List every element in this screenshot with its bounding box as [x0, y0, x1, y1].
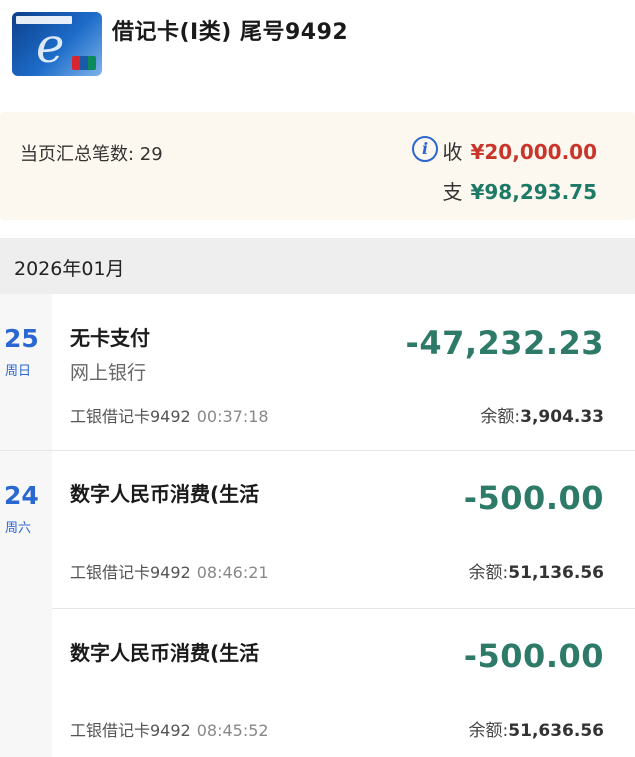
income-total: 收 ¥20,000.00: [442, 136, 597, 165]
page-summary: 当页汇总笔数: 29 i 收 ¥20,000.00 支 ¥98,293.75: [0, 112, 635, 220]
expense-total: 支 ¥98,293.75: [442, 176, 597, 205]
balance-label: 余额:: [480, 407, 521, 427]
day-number: 24: [4, 481, 39, 510]
transaction-title: 数字人民币消费(生活: [70, 641, 260, 665]
transaction-account: 工银借记卡9492 08:45:52: [70, 717, 269, 741]
expense-label: 支: [442, 180, 463, 204]
unionpay-logo: [72, 56, 96, 70]
income-label: 收: [442, 140, 463, 164]
transaction-title: 数字人民币消费(生活: [70, 482, 260, 506]
balance-label: 余额:: [468, 721, 509, 741]
day-column: 24 周六: [0, 451, 52, 757]
account-name: 工银借记卡9492: [70, 721, 191, 740]
account-header: e 借记卡(I类) 尾号9492: [0, 0, 635, 96]
debit-card-icon: e: [12, 12, 102, 76]
transaction-account: 工银借记卡9492 08:46:21: [70, 559, 269, 583]
transaction-amount: -500.00: [463, 637, 604, 675]
info-icon[interactable]: i: [412, 136, 438, 162]
card-title[interactable]: 借记卡(I类) 尾号9492: [112, 14, 348, 46]
transaction-account: 工银借记卡9492 00:37:18: [70, 403, 269, 427]
transaction-balance: 余额:51,136.56: [469, 558, 604, 583]
income-amount: ¥20,000.00: [470, 140, 597, 164]
transaction-amount: -500.00: [463, 479, 604, 517]
summary-count: 当页汇总笔数: 29: [20, 144, 163, 165]
expense-amount: ¥98,293.75: [470, 180, 597, 204]
day-weekday: 周日: [5, 364, 32, 379]
transaction-channel: 网上银行: [70, 362, 147, 384]
transaction-time: 00:37:18: [196, 407, 269, 426]
transaction-time: 08:45:52: [196, 721, 269, 740]
month-label: 2026年01月: [14, 258, 125, 280]
day-weekday: 周六: [5, 521, 32, 536]
transaction-time: 08:46:21: [196, 563, 269, 582]
balance-label: 余额:: [468, 563, 509, 583]
balance-value: 3,904.33: [520, 407, 604, 427]
balance-value: 51,136.56: [508, 563, 604, 583]
day-column: 25 周日: [0, 294, 52, 450]
transaction-item[interactable]: 数字人民币消费(生活 -500.00 工银借记卡9492 08:45:52 余额:…: [52, 609, 604, 757]
account-name: 工银借记卡9492: [70, 407, 191, 426]
transaction-amount: -47,232.23: [405, 324, 604, 362]
month-header: 2026年01月: [0, 238, 635, 294]
transaction-title: 无卡支付: [70, 326, 150, 350]
transaction-item[interactable]: 数字人民币消费(生活 -500.00 工银借记卡9492 08:46:21 余额:…: [52, 451, 604, 607]
transaction-item[interactable]: 无卡支付 网上银行 -47,232.23 工银借记卡9492 00:37:18 余…: [52, 294, 604, 450]
balance-value: 51,636.56: [508, 721, 604, 741]
account-name: 工银借记卡9492: [70, 563, 191, 582]
day-number: 25: [4, 324, 39, 353]
transaction-balance: 余额:51,636.56: [469, 716, 604, 741]
transaction-balance: 余额:3,904.33: [480, 402, 604, 427]
